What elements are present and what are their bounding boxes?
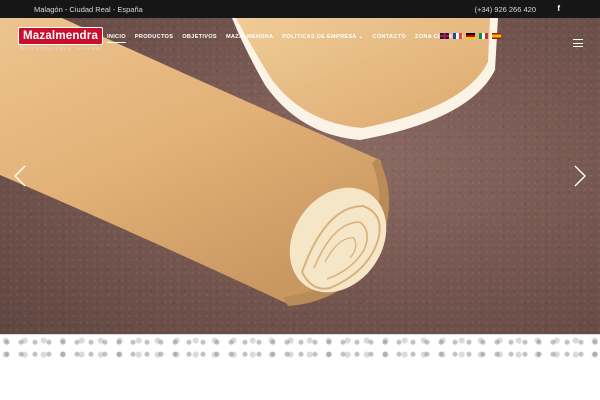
hamburger-menu-icon[interactable] bbox=[573, 39, 583, 47]
de-flag-icon[interactable] bbox=[466, 33, 475, 39]
menu-item-politicas[interactable]: POLÍTICAS DE EMPRESA ⌄ bbox=[282, 34, 363, 43]
fr-flag-icon[interactable] bbox=[453, 33, 462, 39]
es-flag-icon[interactable] bbox=[492, 33, 501, 39]
hero-slider bbox=[0, 18, 600, 340]
location-text: Malagón - Ciudad Real - España bbox=[34, 5, 143, 14]
menu-item-mazalmendra[interactable]: MAZALMENDRA bbox=[226, 34, 273, 43]
en-flag-icon[interactable] bbox=[440, 33, 449, 39]
logo-wordmark: Mazalmendra bbox=[18, 27, 104, 45]
menu-item-inicio[interactable]: INICIO bbox=[107, 34, 126, 43]
menu-item-productos[interactable]: PRODUCTOS bbox=[135, 34, 173, 43]
it-flag-icon[interactable] bbox=[479, 33, 488, 39]
language-selector bbox=[440, 33, 501, 39]
decorative-pastry-border bbox=[0, 334, 600, 358]
menu-item-contacto[interactable]: CONTACTO bbox=[372, 34, 406, 43]
slider-next-arrow-icon[interactable] bbox=[574, 165, 586, 187]
main-navigation: Mazalmendra Bizcocho para rellenar INICI… bbox=[0, 18, 600, 54]
facebook-icon[interactable]: f bbox=[557, 4, 560, 13]
brand-logo[interactable]: Mazalmendra Bizcocho para rellenar bbox=[18, 27, 104, 52]
menu-bar: INICIO PRODUCTOS OBJETIVOS MAZALMENDRA P… bbox=[107, 34, 464, 43]
slider-prev-arrow-icon[interactable] bbox=[14, 165, 26, 187]
logo-tagline: Bizcocho para rellenar bbox=[20, 46, 104, 52]
menu-item-objetivos[interactable]: OBJETIVOS bbox=[182, 34, 217, 43]
top-bar: Malagón - Ciudad Real - España (+34) 926… bbox=[0, 0, 600, 18]
phone-link[interactable]: (+34) 926 266 420 bbox=[474, 5, 536, 14]
sponge-cake-roll-image bbox=[0, 18, 498, 306]
